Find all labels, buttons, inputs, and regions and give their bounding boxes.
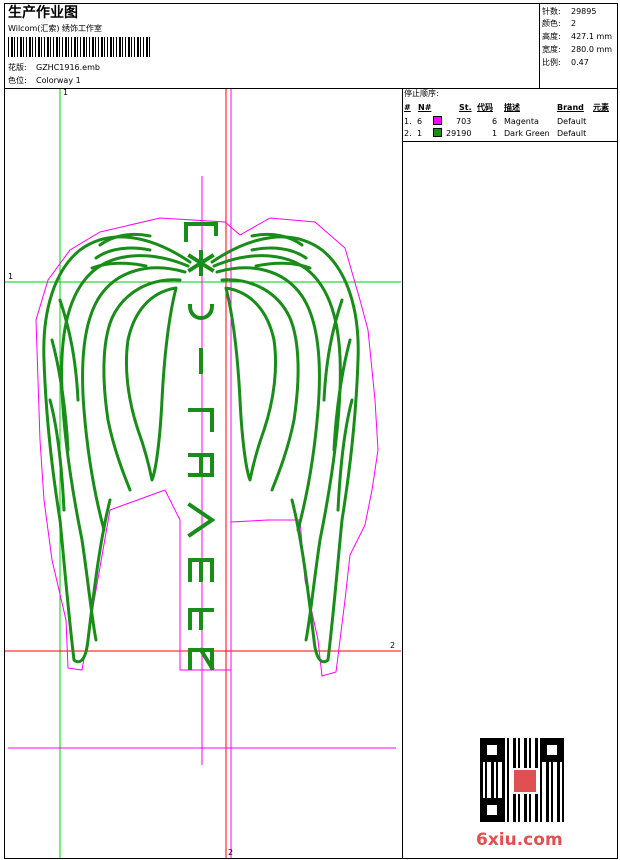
qr-code xyxy=(480,738,564,822)
guide-label-bottom-2: 2 xyxy=(228,848,234,857)
vertical-lettering xyxy=(184,222,218,671)
watermark: 6xiu.com xyxy=(476,830,563,850)
embroidery-preview xyxy=(5,89,401,858)
guide-label-left-1: 1 xyxy=(8,272,14,281)
guide-label-top-1: 1 xyxy=(63,88,69,97)
guide-label-right-2: 2 xyxy=(390,641,396,650)
right-wing xyxy=(210,232,360,664)
qr-logo xyxy=(512,768,538,794)
left-wing xyxy=(42,232,192,664)
